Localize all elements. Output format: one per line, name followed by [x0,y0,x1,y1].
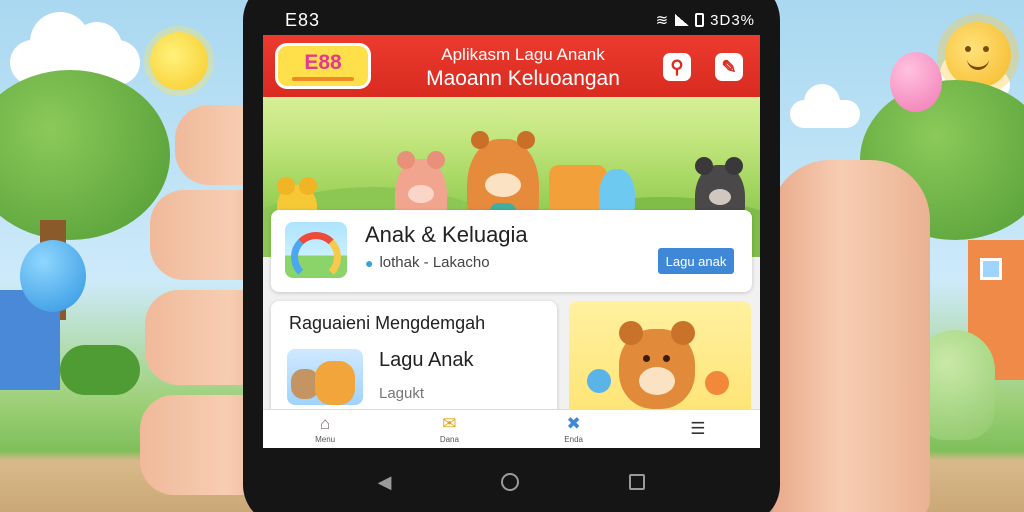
nav-item-home[interactable]: ⌂ Menu [263,410,387,448]
toy-robot-icon [587,369,611,393]
search-icon: ⚲ [670,56,684,77]
home-icon: ⌂ [319,414,331,433]
app-header: E88 Aplikasm Lagu Anank Maoann Keluoanga… [263,35,760,97]
toys-thumbnail [287,349,363,405]
app-title-line2: Maoann Keluoangan [426,67,620,90]
section-heading: Raguaieni Mengdemgah [289,313,486,333]
cloud [790,84,860,128]
featured-card-meta-text: lothak - Lakacho [379,254,490,271]
nav-item-list[interactable]: ☰ [636,410,760,448]
bear-illustration [619,321,695,409]
bush [60,345,140,395]
edit-icon: ✎ [721,56,737,77]
phone-device: E88 Aplikasm Lagu Anank Maoann Keluoanga… [243,0,780,512]
recent-apps-icon[interactable] [629,474,646,490]
featured-card[interactable]: Anak & Keluagia ● lothak - Lakacho Lagu … [271,210,752,292]
wifi-icon: ≋ [655,12,670,29]
toy-fox-icon [705,371,729,395]
nav-item-mail[interactable]: ✉ Dana [387,410,511,448]
app-logo[interactable]: E88 [275,43,371,89]
system-navigation-bar: ◀ [243,462,780,502]
lagu-anak-button[interactable]: Lagu anak [658,248,734,274]
tools-icon: ✖ [566,414,581,433]
list-icon: ☰ [690,418,706,438]
app-title: Aplikasm Lagu Anank Maoann Keluoangan [403,43,643,91]
tree [0,70,170,240]
battery-percent: 3D3% [710,11,755,29]
phone-screen: E88 Aplikasm Lagu Anank Maoann Keluoanga… [263,35,760,448]
rainbow-thumbnail [285,222,347,278]
status-time: E83 [285,9,321,30]
balloon [20,240,86,312]
edit-button[interactable]: ✎ [715,53,743,81]
balloon [890,52,942,112]
logo-text: E88 [304,51,342,74]
smiling-sun-icon [945,22,1011,88]
signal-icon [675,14,690,26]
featured-card-title: Anak & Keluagia [365,222,528,247]
sun-icon [150,32,208,90]
search-button[interactable]: ⚲ [663,53,691,81]
hand-thumb [770,160,930,512]
nav-label: Enda [564,435,583,444]
home-button-icon[interactable] [501,473,520,491]
app-title-line1: Aplikasm Lagu Anank [441,45,605,64]
section-item-title: Lagu Anak [379,349,474,371]
section-item-subtitle: Lagukt [379,385,425,402]
back-icon[interactable]: ◀ [378,472,392,493]
featured-card-meta: ● lothak - Lakacho [365,254,490,271]
logo-underline [292,77,354,81]
nav-label: Dana [439,435,459,444]
nav-item-tools[interactable]: ✖ Enda [512,410,636,448]
mail-icon: ✉ [442,414,457,433]
status-bar: E83 ≋ 3D3% [285,8,755,32]
status-icons: ≋ 3D3% [655,11,755,30]
battery-icon [695,13,705,27]
nav-label: Menu [315,435,336,444]
bottom-navigation: ⌂ Menu ✉ Dana ✖ Enda ☰ [263,409,760,448]
pin-icon: ● [365,254,374,271]
